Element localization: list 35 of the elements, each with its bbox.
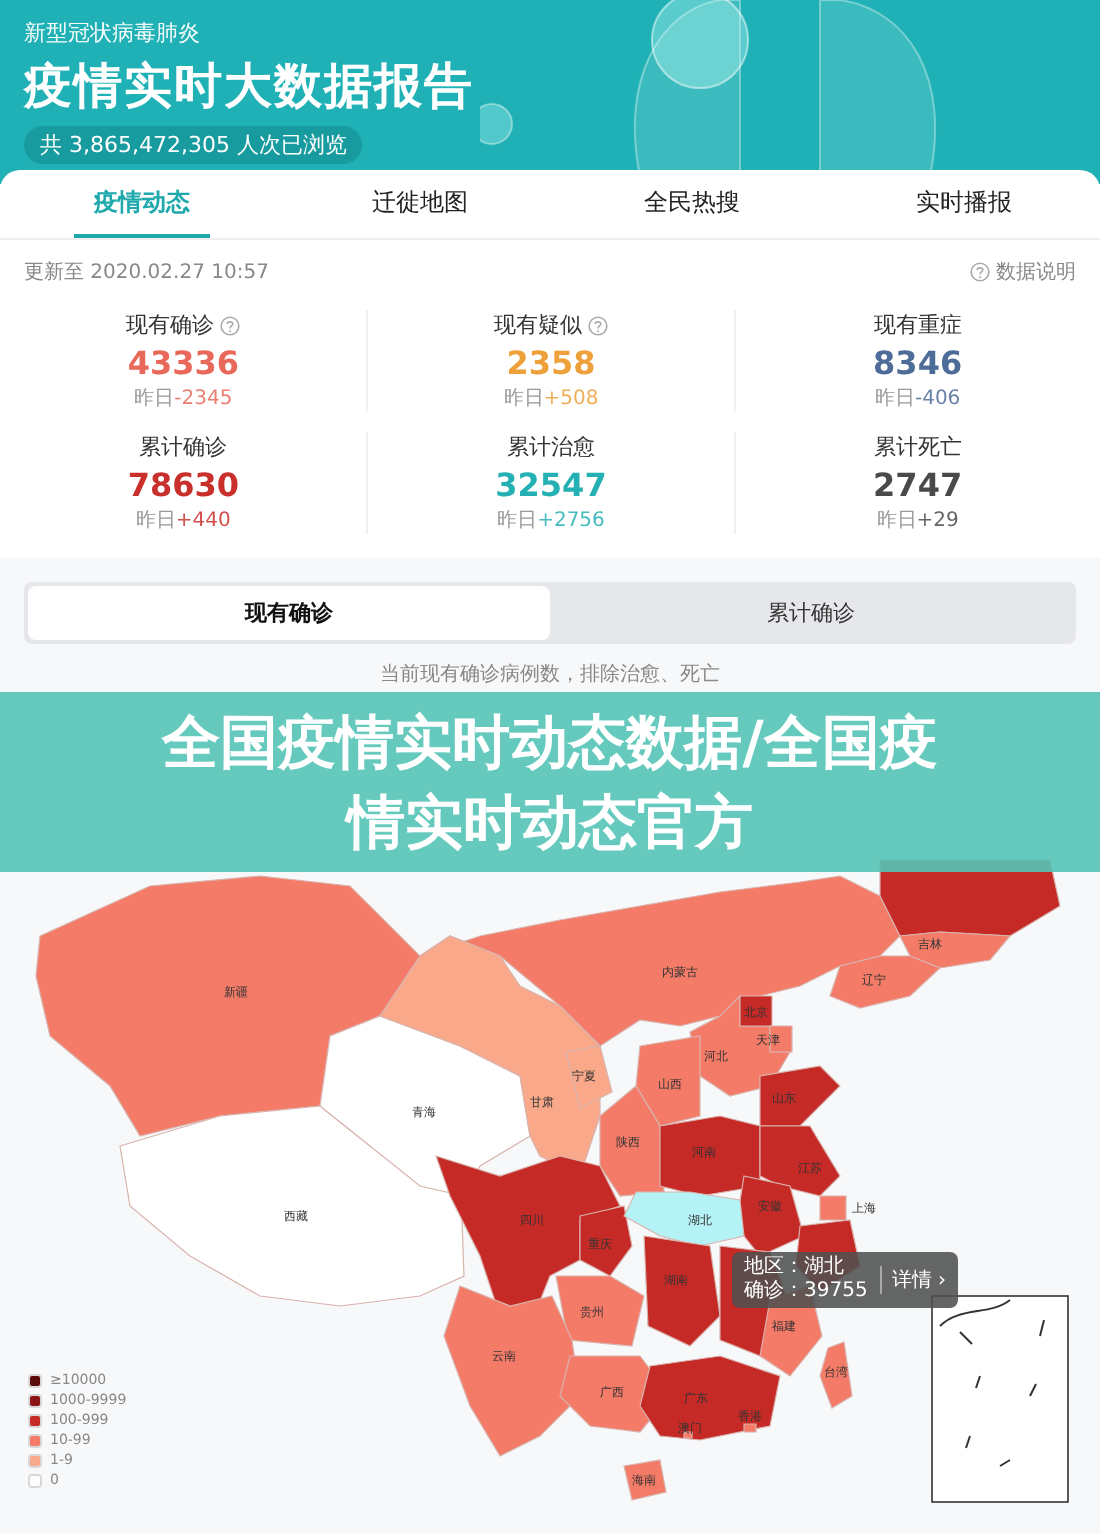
details-link[interactable]: 详情 › xyxy=(879,1266,946,1294)
data-note-link[interactable]: 数据说明 xyxy=(970,258,1076,286)
segment-tab[interactable]: 现有确诊 xyxy=(28,586,550,640)
stat-delta: 昨日+440 xyxy=(135,508,231,534)
stat-value: 32547 xyxy=(495,466,607,506)
segment-tab[interactable]: 累计确诊 xyxy=(550,586,1072,640)
banner-title: 全国疫情实时动态数据/全国疫情实时动态官方 xyxy=(159,706,940,860)
stat-label: 现有重症 xyxy=(873,310,962,340)
stat-delta: 昨日-406 xyxy=(874,386,961,412)
tooltip-region: 地区：湖北 xyxy=(744,1256,846,1280)
update-time: 更新至 2020.02.27 10:57 xyxy=(24,259,269,286)
help-icon xyxy=(970,262,990,282)
header-title: 疫情实时大数据报告 xyxy=(24,56,476,118)
nav-tab[interactable]: 实时播报 xyxy=(828,170,1100,238)
nav-tab[interactable]: 迁徙地图 xyxy=(284,170,556,238)
tooltip-confirmed: 确诊：39755 xyxy=(744,1280,868,1304)
stat-delta: 昨日+508 xyxy=(503,386,599,412)
stat-label: 累计死亡 xyxy=(873,432,962,462)
stat-value: 78630 xyxy=(127,466,239,506)
stat-label: 现有确诊 xyxy=(126,310,215,340)
stat-value: 43336 xyxy=(127,344,239,384)
stat-value: 8346 xyxy=(873,344,963,384)
stat-delta: 昨日-2345 xyxy=(134,386,233,412)
stat-label: 现有疑似 xyxy=(493,310,582,340)
stat-value: 2358 xyxy=(506,344,596,384)
map-caption: 当前现有确诊病例数，排除治愈、死亡 xyxy=(378,661,722,688)
stat-delta: 昨日+2756 xyxy=(497,508,605,534)
stat-delta: 昨日+29 xyxy=(876,508,959,534)
stat-label: 累计确诊 xyxy=(139,432,228,462)
nav-tab[interactable]: 全民热搜 xyxy=(556,170,828,238)
header-subtitle: 新型冠状病毒肺炎 xyxy=(24,18,202,48)
stat-value: 2747 xyxy=(873,466,963,506)
view-count-badge: 共 3,865,472,305 人次已浏览 xyxy=(24,126,363,164)
chevron-icon: › xyxy=(938,1270,946,1292)
stat-label: 累计治愈 xyxy=(506,432,595,462)
